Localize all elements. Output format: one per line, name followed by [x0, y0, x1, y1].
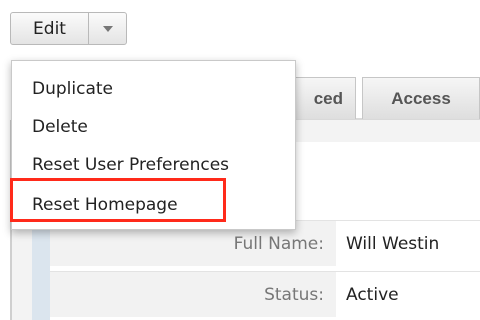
menu-item-reset-homepage[interactable]: Reset Homepage	[32, 195, 178, 215]
field-value: Active	[346, 284, 399, 305]
field-label: Status:	[50, 272, 336, 317]
form-row-status: Status: Active	[50, 271, 480, 317]
field-value: Will Westin	[346, 233, 440, 254]
actions-dropdown-menu: Duplicate Delete Reset User Preferences …	[11, 60, 296, 230]
edit-dropdown-toggle[interactable]	[89, 13, 126, 44]
menu-item-reset-user-preferences[interactable]: Reset User Preferences	[32, 155, 229, 175]
tab-advanced-label: ced	[313, 88, 343, 108]
edit-button[interactable]: Edit	[11, 13, 89, 44]
chevron-down-icon	[102, 25, 113, 32]
menu-item-delete[interactable]: Delete	[32, 117, 88, 137]
edit-split-button[interactable]: Edit	[10, 12, 127, 45]
menu-item-duplicate[interactable]: Duplicate	[32, 79, 113, 99]
tab-access-label: Access	[391, 88, 451, 108]
tab-access[interactable]: Access	[362, 77, 480, 119]
